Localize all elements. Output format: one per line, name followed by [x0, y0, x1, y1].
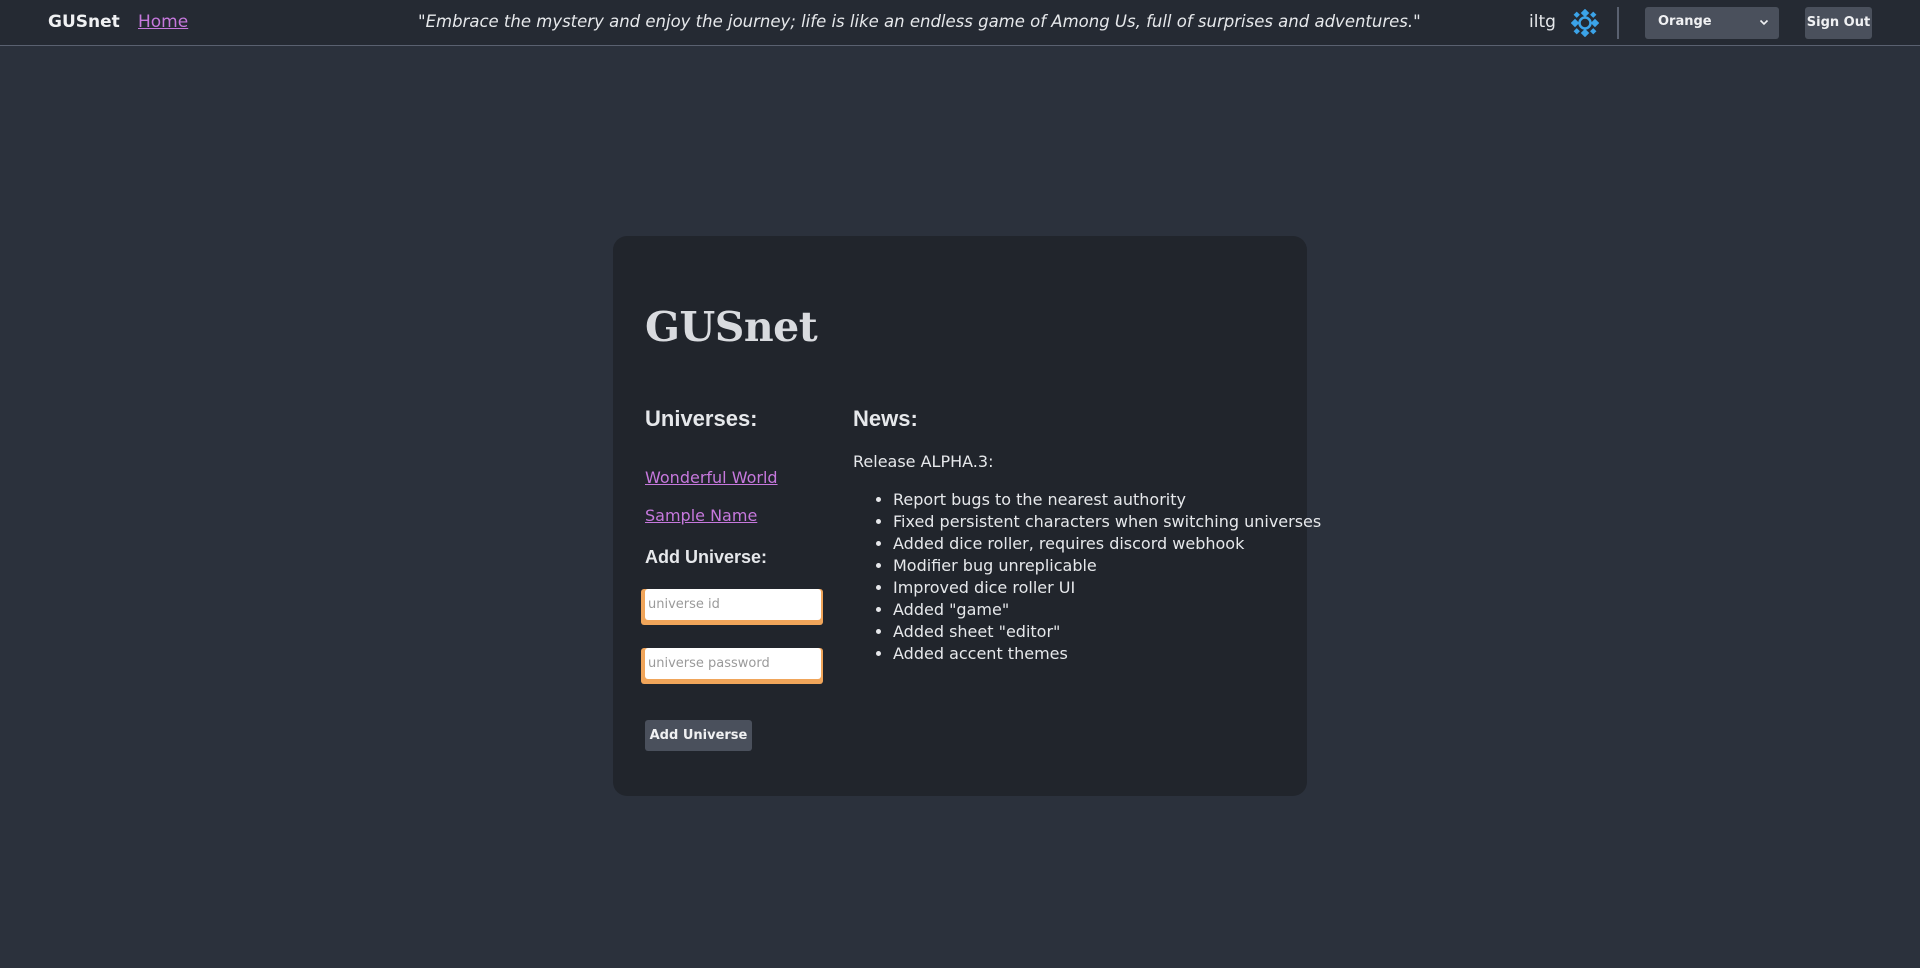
main-card: GUSnet Universes: Wonderful World Sample… [613, 236, 1321, 796]
add-universe-button[interactable]: Add Universe [645, 720, 752, 751]
news-item: Report bugs to the nearest authority [893, 489, 1321, 511]
universes-heading: Universes: [645, 406, 758, 431]
news-item: Added "game" [893, 599, 1321, 621]
page-title: GUSnet [645, 303, 818, 351]
news-item: Added sheet "editor" [893, 621, 1321, 643]
sign-out-button[interactable]: Sign Out [1805, 7, 1872, 39]
news-item: Fixed persistent characters when switchi… [893, 511, 1321, 533]
universe-password-input[interactable] [645, 648, 821, 679]
news-item: Added dice roller, requires discord webh… [893, 533, 1321, 555]
theme-select[interactable]: Orange [1645, 7, 1779, 39]
universe-id-field-wrapper [641, 589, 823, 625]
settings-gear-icon[interactable] [1571, 9, 1599, 37]
top-navbar: GUSnet Home "Embrace the mystery and enj… [0, 0, 1920, 46]
news-item: Modifier bug unreplicable [893, 555, 1321, 577]
header-quote: "Embrace the mystery and enjoy the journ… [418, 12, 1421, 31]
release-label: Release ALPHA.3: [853, 452, 994, 471]
username-label: iltg [1529, 12, 1556, 32]
navbar-divider [1617, 7, 1619, 39]
news-item: Added accent themes [893, 643, 1321, 665]
brand-logo-text[interactable]: GUSnet [48, 12, 120, 32]
home-link[interactable]: Home [138, 12, 188, 32]
universe-id-input[interactable] [645, 589, 821, 620]
news-heading: News: [853, 406, 918, 431]
universe-link-sample-name[interactable]: Sample Name [645, 506, 757, 525]
add-universe-heading: Add Universe: [645, 547, 768, 567]
news-list: Report bugs to the nearest authority Fix… [853, 489, 1321, 665]
news-item: Improved dice roller UI [893, 577, 1321, 599]
chevron-down-icon [1759, 19, 1769, 26]
universe-link-wonderful-world[interactable]: Wonderful World [645, 468, 778, 487]
universe-password-field-wrapper [641, 648, 823, 684]
theme-select-value: Orange [1658, 14, 1712, 29]
